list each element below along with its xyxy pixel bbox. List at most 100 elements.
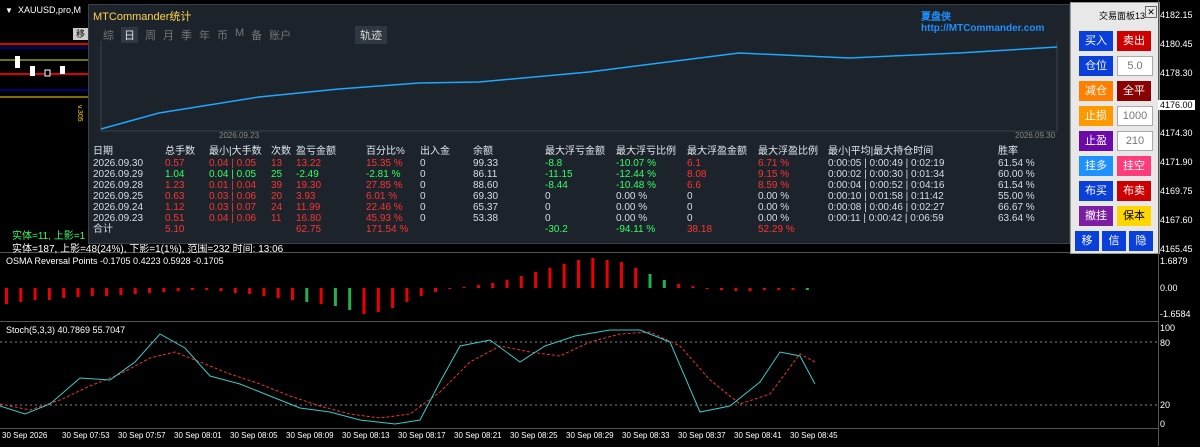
time-tick: 30 Sep 07:57 [118,431,166,440]
osma-bar [291,288,294,300]
cell-win: 60.00 % [998,169,1035,180]
breakeven-button[interactable]: 保本 [1117,206,1151,226]
cell-pct: 45.93 % [366,213,403,224]
cell-balance: 86.11 [473,169,498,180]
lot-label: 仓位 [1079,56,1113,76]
cell-minmax: 0.03 | 0.07 [209,202,257,213]
move-panel-button[interactable]: 移 [1075,231,1099,251]
time-tick: 30 Sep 08:01 [174,431,222,440]
cell-hold: 0:00:04 | 0:00:52 | 0:04:16 [828,180,945,191]
osma-bar [47,288,51,300]
cell-float-profit: 8.08 [687,169,707,180]
cell-win: 61.54 % [998,180,1035,191]
stop-loss-input[interactable]: 1000 [1117,106,1153,126]
osma-bar [434,288,437,292]
osma-bar [76,288,80,297]
osma-bar [705,288,709,289]
th-max-float-loss-pct: 最大浮亏比例 [616,146,676,157]
osma-bar [691,286,695,288]
cell-minmax: 0.04 | 0.06 [209,213,257,224]
cell-date: 2026.09.28 [93,180,144,191]
cell-total-pct: 171.54 % [366,224,409,235]
cell-win: 55.00 % [998,191,1035,202]
dropdown-icon[interactable]: ▼ [5,6,13,15]
time-tick: 30 Sep 07:53 [62,431,110,440]
cell-float-profit-pct: 8.59 % [758,180,790,191]
cell-deposit: 0 [420,169,426,180]
osma-bar [119,288,123,295]
osma-bar [577,260,580,288]
time-tick: 30 Sep 08:21 [454,431,502,440]
grid-buy-button[interactable]: 布买 [1079,181,1113,201]
cell-float-loss: 0 [545,213,551,224]
cell-pnl: 11.99 [296,202,321,213]
price-tick: 4182.15 [1160,10,1193,20]
osma-bar [348,288,352,310]
time-tick: 30 Sep 08:45 [790,431,838,440]
cell-balance: 53.38 [473,213,499,224]
cell-float-profit: 6.1 [687,158,701,169]
cell-float-profit: 0 [687,213,693,224]
pending-short-button[interactable]: 挂空 [1117,156,1151,176]
cell-lots: 1.04 [165,169,185,180]
cell-lots: 1.23 [165,180,185,191]
take-profit-input[interactable]: 210 [1117,131,1153,151]
price-tick: 4167.60 [1160,215,1193,225]
cell-float-profit: 0 [687,202,693,213]
osma-bar [720,288,723,290]
time-tick: 30 Sep 2026 [2,431,48,440]
table-row: 2026.09.25 0.63 0.03 | 0.06 20 3.93 6.01 % 0 69… [93,191,1058,202]
time-tick: 30 Sep 08:33 [622,431,670,440]
cell-hold: 0:00:02 | 0:00:30 | 0:01:34 [828,169,945,180]
cell-count: 20 [271,191,283,202]
close-icon[interactable]: ✕ [1145,6,1157,18]
osma-bar [634,268,638,288]
osma-bar [162,288,166,292]
lot-input[interactable]: 5.0 [1117,56,1153,76]
osma-histogram [5,258,809,314]
osma-bar [276,288,280,298]
brand-link[interactable]: 夏盘侠 http://MTCommander.com [921,8,1069,34]
cancel-pending-button[interactable]: 撤挂 [1079,206,1113,226]
pending-long-button[interactable]: 挂多 [1079,156,1113,176]
info-button[interactable]: 信 [1102,231,1126,251]
th-date: 日期 [93,146,113,157]
osma-window[interactable]: OSMA Reversal Points -0.1705 0.4223 0.59… [0,253,1158,322]
take-profit-label: 止盈 [1079,131,1113,151]
cell-balance: 99.33 [473,158,499,169]
stoch-window[interactable]: Stoch(5,3,3) 40.7869 55.7047 [0,322,1158,428]
osma-bar [619,262,623,288]
cell-total-lots: 5.10 [165,224,185,235]
cell-deposit: 0 [420,202,426,213]
cell-float-loss: -8.44 [545,180,568,191]
osma-bar [376,288,380,312]
osma-bar [233,288,237,293]
cell-pnl: 19.30 [296,180,322,191]
time-tick: 30 Sep 08:41 [734,431,782,440]
stoch-tick: 80 [1160,338,1171,348]
cell-pct: 15.35 % [366,158,403,169]
move-button[interactable]: 移 [73,28,88,40]
cell-hold: 0:00:08 | 0:00:46 | 0:02:27 [828,202,945,213]
sell-button[interactable]: 卖出 [1117,31,1151,51]
reduce-position-button[interactable]: 减仓 [1079,81,1113,101]
cell-pnl: -2.49 [296,169,319,180]
close-all-button[interactable]: 全平 [1117,81,1151,101]
cell-float-loss-pct: -10.48 % [616,180,657,191]
time-tick: 30 Sep 08:29 [566,431,614,440]
hide-button[interactable]: 隐 [1129,231,1153,251]
stats-table: 日期 总手数 最小|大手数 次数 盈亏金额 百分比% 出入金 余额 最大浮亏金额… [93,145,1058,235]
grid-sell-button[interactable]: 布卖 [1117,181,1151,201]
osma-bar [591,258,595,288]
th-max-float-loss: 最大浮亏金额 [545,146,605,157]
osma-bar [176,288,180,291]
buy-button[interactable]: 买入 [1079,31,1113,51]
stoch-lines [0,329,1158,425]
cell-float-loss: -11.15 [545,169,573,180]
osma-bar [734,288,738,291]
cell-date: 2026.09.23 [93,213,144,224]
price-tick: 4169.75 [1160,186,1193,196]
stop-loss-label: 止损 [1079,106,1113,126]
cell-hold: 0:00:11 | 0:00:42 | 0:06:59 [828,213,944,224]
cell-minmax: 0.04 | 0.05 [209,158,257,169]
